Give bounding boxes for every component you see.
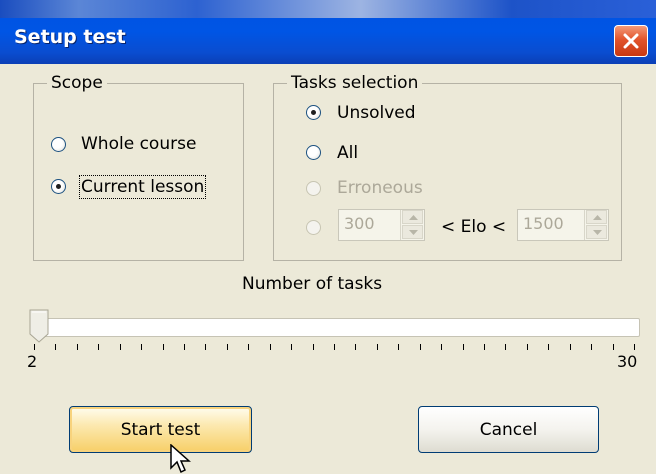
radio-selected-dot bbox=[311, 110, 316, 115]
slider-tick bbox=[227, 344, 228, 350]
slider-tick bbox=[163, 344, 164, 350]
scope-title: Scope bbox=[47, 72, 107, 94]
title-bar-background bbox=[0, 0, 656, 18]
spin-up-button bbox=[586, 210, 607, 224]
slider-tick bbox=[377, 344, 378, 350]
arrow-down-icon bbox=[593, 230, 602, 235]
slider-tick bbox=[270, 344, 271, 350]
slider-tick bbox=[527, 344, 528, 350]
arrow-up-icon bbox=[593, 215, 602, 220]
slider-tick bbox=[463, 344, 464, 350]
arrow-down-icon bbox=[409, 230, 418, 235]
slider-tick bbox=[205, 344, 206, 350]
number-of-tasks-slider-track[interactable] bbox=[33, 318, 640, 337]
start-test-button[interactable]: Start test bbox=[69, 406, 252, 453]
tasks-selection-title: Tasks selection bbox=[287, 72, 423, 94]
slider-tick bbox=[398, 344, 399, 350]
spin-down-button bbox=[586, 225, 607, 239]
spinner-arrows bbox=[400, 210, 424, 240]
slider-thumb[interactable] bbox=[29, 309, 49, 343]
close-icon bbox=[623, 33, 639, 49]
scope-group bbox=[33, 83, 244, 261]
slider-tick bbox=[34, 344, 35, 350]
unsolved-radio[interactable] bbox=[306, 105, 321, 120]
slider-tick bbox=[248, 344, 249, 350]
slider-tick bbox=[441, 344, 442, 350]
title-bar[interactable]: Setup test bbox=[0, 0, 656, 64]
spinner-arrows bbox=[584, 210, 608, 240]
whole-course-label[interactable]: Whole course bbox=[81, 133, 196, 155]
slider-ticks bbox=[30, 344, 640, 354]
slider-tick bbox=[355, 344, 356, 350]
spin-up-button bbox=[402, 210, 423, 224]
cancel-button[interactable]: Cancel bbox=[418, 406, 599, 453]
all-radio[interactable] bbox=[306, 145, 321, 160]
slider-tick bbox=[334, 344, 335, 350]
cancel-label: Cancel bbox=[479, 419, 538, 440]
slider-tick bbox=[55, 344, 56, 350]
slider-tick bbox=[570, 344, 571, 350]
whole-course-radio[interactable] bbox=[51, 137, 66, 152]
close-button[interactable] bbox=[614, 25, 648, 57]
elo-max-value: 1500 bbox=[523, 214, 564, 233]
slider-min-label: 2 bbox=[27, 352, 38, 371]
setup-test-dialog: Setup test Scope Whole course Current le… bbox=[0, 0, 656, 474]
slider-tick bbox=[505, 344, 506, 350]
elo-min-value: 300 bbox=[344, 214, 375, 233]
current-lesson-radio[interactable] bbox=[51, 179, 66, 194]
elo-min-spinner: 300 bbox=[338, 209, 425, 241]
spin-down-button bbox=[402, 225, 423, 239]
slider-tick bbox=[634, 344, 635, 350]
current-lesson-label[interactable]: Current lesson bbox=[78, 175, 207, 199]
slider-tick bbox=[120, 344, 121, 350]
slider-tick bbox=[613, 344, 614, 350]
mouse-pointer-icon bbox=[170, 444, 191, 474]
elo-range-radio bbox=[306, 220, 321, 235]
number-of-tasks-label: Number of tasks bbox=[242, 274, 383, 294]
slider-tick bbox=[141, 344, 142, 350]
slider-tick bbox=[420, 344, 421, 350]
erroneous-label: Erroneous bbox=[337, 178, 423, 198]
arrow-up-icon bbox=[409, 215, 418, 220]
elo-label: < Elo < bbox=[441, 217, 507, 237]
window-title: Setup test bbox=[14, 26, 126, 48]
erroneous-radio bbox=[306, 181, 321, 196]
start-test-label: Start test bbox=[120, 419, 201, 440]
elo-max-spinner: 1500 bbox=[517, 209, 609, 241]
radio-selected-dot bbox=[56, 184, 61, 189]
slider-tick bbox=[291, 344, 292, 350]
slider-tick bbox=[548, 344, 549, 350]
all-label[interactable]: All bbox=[337, 142, 358, 164]
slider-max-label: 30 bbox=[617, 352, 638, 371]
slider-tick bbox=[484, 344, 485, 350]
unsolved-label[interactable]: Unsolved bbox=[337, 102, 416, 124]
slider-tick bbox=[184, 344, 185, 350]
slider-tick bbox=[98, 344, 99, 350]
slider-tick bbox=[77, 344, 78, 350]
slider-tick bbox=[591, 344, 592, 350]
slider-tick bbox=[313, 344, 314, 350]
